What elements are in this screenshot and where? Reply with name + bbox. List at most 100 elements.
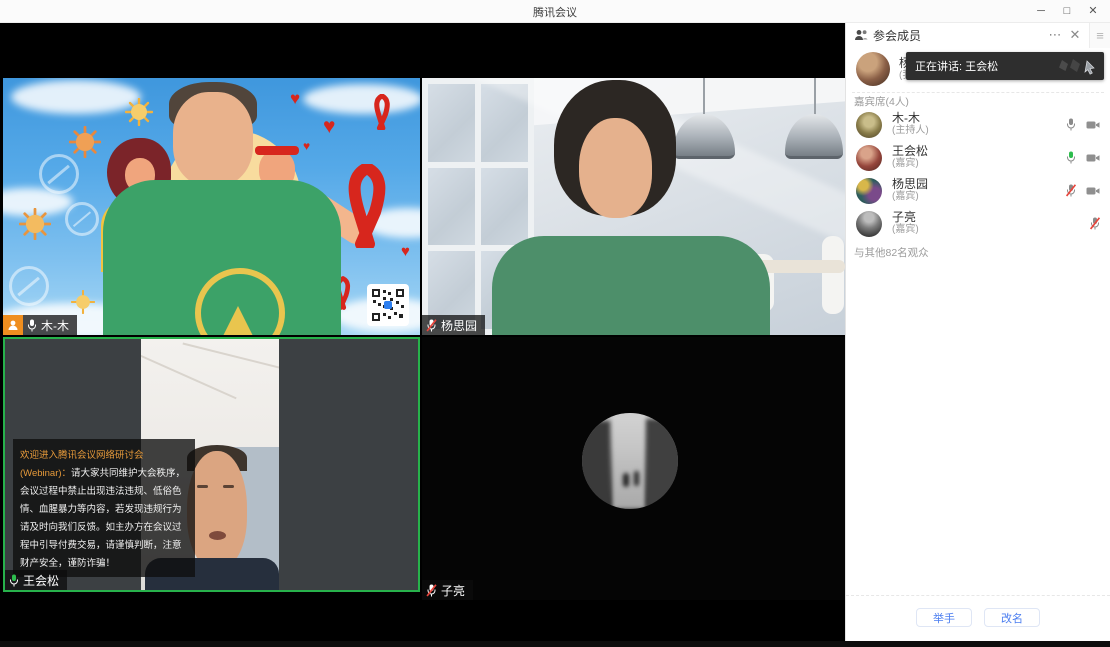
prohibition-icon xyxy=(65,202,99,236)
cloud-shape xyxy=(11,80,141,114)
ceiling-line xyxy=(183,343,279,374)
profile-photo-circle xyxy=(582,413,678,509)
panel-menu-icon[interactable]: ≡ xyxy=(1089,22,1110,48)
window-controls: ─ □ ✕ xyxy=(1028,0,1106,22)
avatar xyxy=(856,178,882,204)
window-pane xyxy=(428,168,475,246)
video-name-label: 王会松 xyxy=(5,570,67,590)
rename-button[interactable]: 改名 xyxy=(984,608,1040,627)
photo-figure xyxy=(634,471,639,486)
cartoon-man-headband xyxy=(255,146,299,155)
mic-speaking-icon xyxy=(9,574,19,587)
participant-figure-shirt xyxy=(103,180,341,335)
heart-icon: ♥ xyxy=(401,244,410,259)
participant-figure-face xyxy=(579,118,652,218)
panel-more-icon[interactable]: ⋯ xyxy=(1045,27,1065,43)
mic-on-icon[interactable] xyxy=(1066,118,1076,131)
participant-row-mumu[interactable]: 木-木 (主持人) xyxy=(846,108,1110,141)
camera-on-icon[interactable] xyxy=(1086,120,1100,130)
participant-role: (嘉宾) xyxy=(892,224,919,237)
figure-eye xyxy=(223,485,234,488)
video-tile-yangsiyuan[interactable]: 杨思园 xyxy=(422,78,845,335)
participant-name: 木-木 xyxy=(892,111,929,125)
window-bottom-edge xyxy=(0,641,1110,647)
video-tile-wanghuisong[interactable]: 欢迎进入腾讯会议网络研讨会(Webinar)：请大家共同维护大会秩序，会议过程中… xyxy=(3,337,420,592)
pendant-lamp xyxy=(785,114,843,159)
video-name: 子亮 xyxy=(441,582,465,599)
clap-and-cursor-icons[interactable] xyxy=(1055,57,1099,75)
camera-on-icon[interactable] xyxy=(1086,186,1100,196)
video-name-label: 子亮 xyxy=(422,580,473,600)
photo-building xyxy=(582,421,610,507)
speaking-toast-text: 正在讲话: 王会松 xyxy=(915,58,998,74)
minimize-icon[interactable]: ─ xyxy=(1028,0,1054,22)
video-tile-ziliang[interactable]: 子亮 xyxy=(422,337,845,600)
video-name-label: 木-木 xyxy=(3,315,77,335)
participants-panel: 参会成员 ⋯ ✕ ≡ 杨露 (我, 观众) 正在讲话: 王会松 嘉宾席(4人) … xyxy=(845,22,1110,641)
video-name: 杨思园 xyxy=(441,317,477,334)
figure-eye xyxy=(197,485,208,488)
mic-muted-icon xyxy=(426,319,437,332)
close-icon[interactable]: ✕ xyxy=(1080,0,1106,22)
avatar xyxy=(856,211,882,237)
mic-muted-icon[interactable] xyxy=(1090,217,1100,230)
participant-figure-face xyxy=(173,92,253,186)
divider xyxy=(852,92,1104,93)
virus-icon xyxy=(69,126,101,158)
lamp-cord xyxy=(703,78,705,116)
mic-muted-icon[interactable] xyxy=(1066,184,1076,197)
participant-role: (主持人) xyxy=(892,125,929,138)
maximize-icon[interactable]: □ xyxy=(1054,0,1080,22)
participant-figure-shirt xyxy=(492,236,770,335)
video-name: 王会松 xyxy=(23,572,59,589)
title-bar: 腾讯会议 ─ □ ✕ xyxy=(0,0,1110,23)
webinar-notice: 欢迎进入腾讯会议网络研讨会(Webinar)：请大家共同维护大会秩序，会议过程中… xyxy=(13,439,195,577)
avatar xyxy=(856,145,882,171)
virus-icon xyxy=(19,208,51,240)
avatar xyxy=(856,52,890,86)
participant-role: (嘉宾) xyxy=(892,191,928,204)
heart-icon: ♥ xyxy=(290,90,300,107)
heart-icon: ♥ xyxy=(323,116,335,137)
photo-figure xyxy=(623,473,629,487)
participant-row-yangsiyuan[interactable]: 杨思园 (嘉宾) xyxy=(846,174,1110,207)
mic-speaking-icon[interactable] xyxy=(1066,151,1076,164)
participant-name: 王会松 xyxy=(892,144,928,158)
camera-on-icon[interactable] xyxy=(1086,153,1100,163)
table-shape xyxy=(756,260,845,273)
avatar xyxy=(856,112,882,138)
participant-name: 杨思园 xyxy=(892,177,928,191)
panel-footer: 举手 改名 xyxy=(846,595,1110,627)
red-ribbon-icon xyxy=(371,94,393,130)
chair-shape xyxy=(822,236,844,314)
divider xyxy=(846,595,1110,596)
red-ribbon-icon xyxy=(341,164,393,248)
ceiling-line xyxy=(141,353,237,400)
participant-row-ziliang[interactable]: 子亮 (嘉宾) xyxy=(846,207,1110,240)
host-badge-icon xyxy=(3,315,23,335)
participant-row-wanghuisong[interactable]: 王会松 (嘉宾) xyxy=(846,141,1110,174)
photo-street xyxy=(612,413,646,509)
participant-figure-face xyxy=(187,451,247,569)
participant-name: 子亮 xyxy=(892,210,919,224)
virus-icon xyxy=(125,98,153,126)
audience-count-note: 与其他82名观众 xyxy=(854,245,929,260)
video-name: 木-木 xyxy=(41,317,69,334)
cloud-shape xyxy=(303,84,420,114)
qr-code xyxy=(367,284,409,326)
virus-icon xyxy=(71,290,95,314)
heart-icon: ♥ xyxy=(303,140,310,152)
window-pane xyxy=(428,84,475,162)
lamp-cord xyxy=(814,78,816,116)
video-tile-mumu[interactable]: ♥ ♥ ♥ ♥ 昌平区 劳 xyxy=(3,78,420,335)
panel-close-icon[interactable]: ✕ xyxy=(1065,27,1085,43)
window-pane xyxy=(481,168,528,246)
participants-panel-header: 参会成员 ⋯ ✕ ≡ xyxy=(846,22,1110,48)
photo-building xyxy=(646,419,678,507)
figure-mouth xyxy=(209,531,226,540)
window-title: 腾讯会议 xyxy=(0,4,1110,20)
guest-section-label: 嘉宾席(4人) xyxy=(854,94,909,109)
prohibition-icon xyxy=(9,266,49,306)
raise-hand-button[interactable]: 举手 xyxy=(916,608,972,627)
prohibition-icon xyxy=(39,154,79,194)
